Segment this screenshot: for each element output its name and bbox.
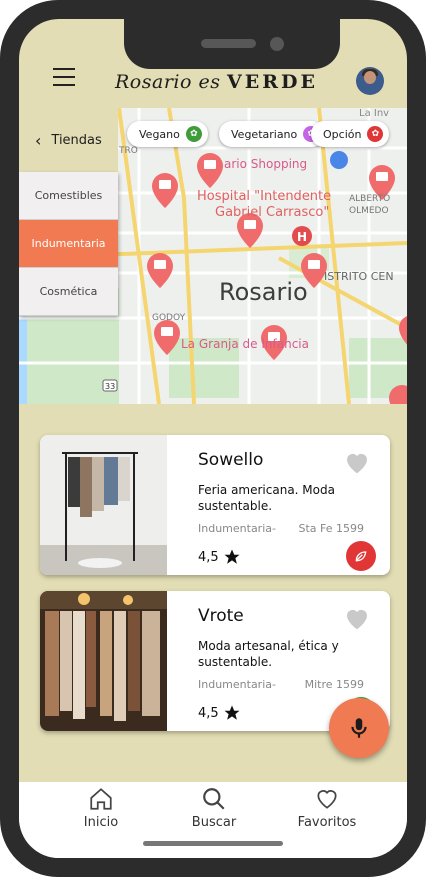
svg-text:H: H — [297, 230, 307, 244]
svg-text:33: 33 — [105, 382, 115, 391]
device-notch — [124, 19, 340, 69]
svg-text:ALBERTO: ALBERTO — [349, 194, 390, 204]
heart-icon — [317, 790, 337, 809]
speaker-grille — [201, 39, 256, 48]
tab-inicio[interactable]: Inicio — [56, 786, 146, 830]
store-rating: 4,5 — [198, 548, 241, 566]
tab-buscar[interactable]: Buscar — [169, 786, 259, 830]
tab-label: Buscar — [191, 815, 237, 830]
category-item-cosmetica[interactable]: Cosmética — [19, 268, 118, 316]
app-logo: Rosario es VERDE — [115, 71, 318, 93]
store-description: Feria americana. Moda sustentable. — [198, 483, 335, 513]
menu-icon[interactable] — [53, 68, 75, 86]
rating-value: 4,5 — [198, 705, 219, 721]
store-photo — [40, 435, 167, 575]
front-camera — [270, 37, 284, 51]
store-meta: Indumentaria- Sta Fe 1599 — [198, 522, 364, 535]
star-icon — [224, 705, 240, 720]
category-list: Comestibles Indumentaria Cosmética — [19, 172, 118, 316]
app-screen: Rosario es VERDE H La Inv ario Shopping … — [19, 19, 407, 858]
favorite-heart-icon[interactable] — [342, 447, 372, 477]
svg-text:TRO: TRO — [118, 146, 138, 156]
favorite-heart-icon[interactable] — [342, 603, 372, 633]
tab-label: Favoritos — [297, 815, 357, 830]
star-icon — [224, 549, 240, 564]
leaf-icon: ✿ — [367, 126, 384, 142]
svg-text:ISTRITO CEN: ISTRITO CEN — [324, 270, 394, 283]
filter-chip-label: Vegetariano — [231, 127, 298, 141]
store-photo — [40, 591, 167, 731]
home-icon — [90, 788, 112, 810]
svg-text:Hospital "Intendente: Hospital "Intendente — [197, 189, 331, 204]
home-indicator[interactable] — [143, 841, 283, 846]
filter-chip-label: Opción — [323, 127, 362, 141]
svg-text:GODOY: GODOY — [152, 313, 186, 323]
brand-script: Rosario es — [115, 71, 221, 93]
category-item-indumentaria[interactable]: Indumentaria — [19, 220, 118, 268]
store-category: Indumentaria- — [198, 522, 276, 535]
rating-value: 4,5 — [198, 549, 219, 565]
store-name: Sowello — [198, 450, 264, 470]
svg-text:OLMEDO: OLMEDO — [349, 206, 389, 216]
store-rating: 4,5 — [198, 704, 241, 722]
leaf-icon — [355, 551, 367, 562]
search-icon — [203, 788, 225, 810]
leaf-icon: ✿ — [185, 126, 202, 142]
category-header-label: Tiendas — [51, 132, 102, 148]
store-address: Sta Fe 1599 — [298, 522, 364, 535]
svg-text:Rosario: Rosario — [219, 278, 308, 306]
svg-text:Gabriel Carrasco": Gabriel Carrasco" — [215, 205, 329, 220]
voice-search-button[interactable] — [329, 698, 389, 758]
microphone-icon — [351, 718, 367, 738]
filter-chip-label: Vegano — [139, 127, 180, 141]
store-address: Mitre 1599 — [304, 678, 364, 691]
avatar[interactable] — [356, 67, 384, 95]
filter-chip-vegano[interactable]: Vegano ✿ — [127, 121, 208, 147]
tab-label: Inicio — [83, 815, 119, 830]
store-description: Moda artesanal, ética y sustentable. — [198, 639, 339, 669]
svg-text:La Granja de Infancia: La Granja de Infancia — [181, 337, 309, 351]
bottom-nav: Inicio Buscar Favoritos — [19, 782, 407, 858]
store-card[interactable]: Sowello Feria americana. Moda sustentabl… — [40, 435, 390, 575]
store-meta: Indumentaria- Mitre 1599 — [198, 678, 364, 691]
filter-chip-vegetariano[interactable]: Vegetariano ✿ — [219, 121, 326, 147]
brand-strong: VERDE — [227, 71, 318, 93]
diet-option-badge — [346, 541, 376, 571]
filter-chip-opcion[interactable]: Opción ✿ — [311, 121, 390, 147]
svg-text:ario Shopping: ario Shopping — [224, 157, 307, 171]
phone-frame: Rosario es VERDE H La Inv ario Shopping … — [0, 0, 426, 877]
category-item-comestibles[interactable]: Comestibles — [19, 172, 118, 220]
svg-text:La Inv: La Inv — [359, 108, 389, 119]
store-name: Vrote — [198, 606, 244, 626]
store-category: Indumentaria- — [198, 678, 276, 691]
chevron-left-icon: ‹ — [35, 130, 42, 150]
category-back-button[interactable]: ‹ Tiendas — [19, 108, 118, 172]
tab-favoritos[interactable]: Favoritos — [282, 786, 372, 830]
